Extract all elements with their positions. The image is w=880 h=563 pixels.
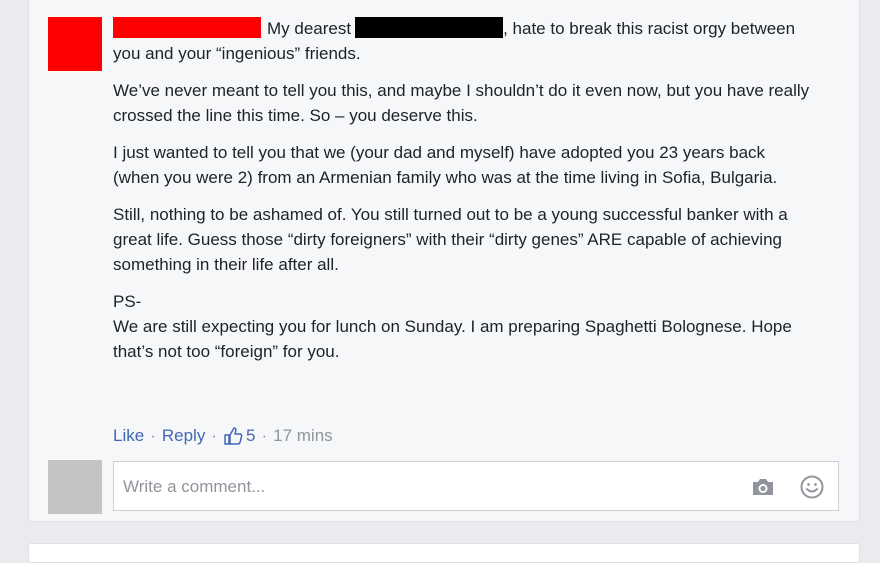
like-link[interactable]: Like	[113, 426, 144, 446]
redacted-name-black	[355, 17, 504, 38]
next-card-edge	[28, 543, 860, 563]
smiley-icon[interactable]	[799, 474, 825, 500]
redacted-name-red[interactable]	[113, 17, 261, 38]
comment-actions: Like · Reply · 5 · 17 mins	[113, 426, 333, 446]
comment-timestamp[interactable]: 17 mins	[273, 426, 333, 446]
comment-input[interactable]	[123, 474, 723, 500]
comment-postscript: PS- We are still expecting you for lunch …	[113, 289, 813, 364]
current-user-avatar	[48, 460, 102, 514]
ps-text: We are still expecting you for lunch on …	[113, 317, 792, 361]
separator: ·	[211, 426, 217, 445]
separator: ·	[261, 426, 268, 445]
commenter-avatar[interactable]	[48, 17, 102, 71]
comment-body: My dearest, hate to break this racist or…	[113, 16, 813, 364]
camera-icon[interactable]	[750, 475, 776, 499]
like-count[interactable]: 5	[246, 426, 255, 446]
comment-paragraph: I just wanted to tell you that we (your …	[113, 143, 778, 187]
comment-paragraph: My dearest, hate to break this racist or…	[113, 16, 813, 66]
thumbs-up-icon[interactable]	[223, 426, 243, 446]
comment-input-box	[113, 461, 839, 511]
comment-paragraph: We’ve never meant to tell you this, and …	[113, 81, 810, 125]
comment-paragraph: Still, nothing to be ashamed of. You sti…	[113, 205, 788, 274]
separator: ·	[150, 426, 156, 445]
greeting-text: My dearest	[267, 19, 352, 38]
reply-link[interactable]: Reply	[162, 426, 205, 446]
ps-label: PS-	[113, 292, 142, 311]
